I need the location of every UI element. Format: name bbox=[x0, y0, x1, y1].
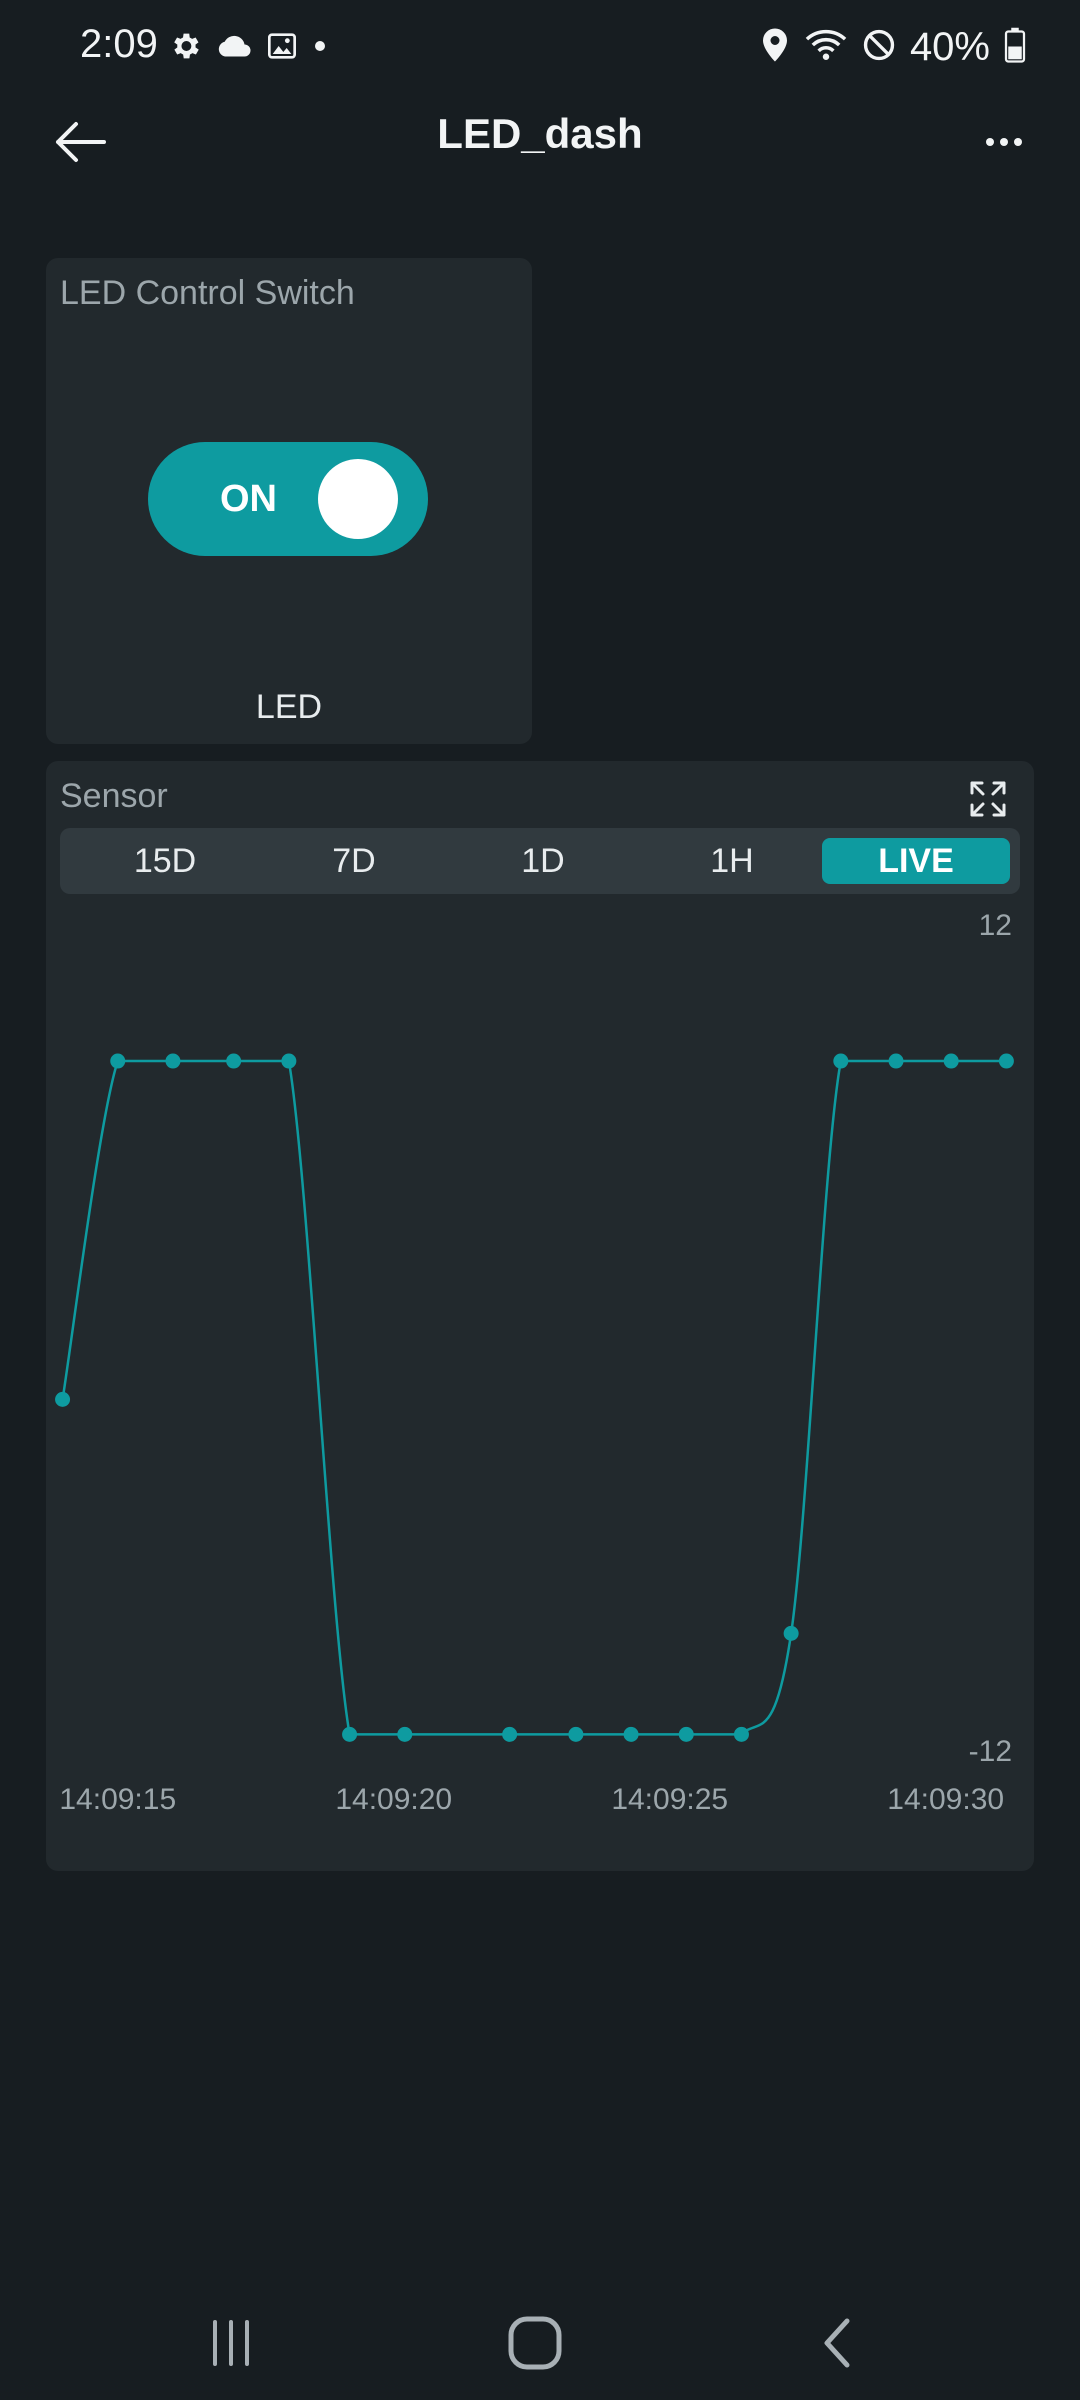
toggle-knob bbox=[318, 459, 398, 539]
gallery-image-icon bbox=[266, 30, 298, 67]
switch-variable-label: LED bbox=[255, 688, 323, 726]
data-point bbox=[783, 1625, 799, 1641]
sensor-line-chart: 12 -12 14:09:15 14:09:20 14:09:25 14:09:30 bbox=[55, 909, 1014, 1816]
data-point bbox=[568, 1726, 584, 1742]
x-tick-label: 14:09:20 bbox=[335, 1783, 452, 1816]
recent-apps-icon bbox=[206, 2318, 256, 2373]
data-point bbox=[623, 1726, 639, 1742]
switch-widget-title: LED Control Switch bbox=[60, 274, 355, 312]
app-bar: LED_dash bbox=[0, 96, 1080, 216]
toggle-state-label: ON bbox=[220, 478, 277, 520]
home-button[interactable] bbox=[490, 2300, 580, 2390]
data-point bbox=[281, 1053, 297, 1069]
page-title: LED_dash bbox=[437, 110, 643, 157]
home-icon bbox=[507, 2315, 563, 2376]
led-toggle-switch[interactable]: ON bbox=[148, 442, 428, 556]
data-point bbox=[678, 1726, 694, 1742]
y-axis-label: 12 bbox=[979, 909, 1012, 942]
x-tick-label: 14:09:25 bbox=[611, 1783, 728, 1816]
data-point bbox=[342, 1726, 358, 1742]
x-tick-label: 14:09:15 bbox=[59, 1783, 176, 1816]
status-bar: 2:09 40% bbox=[0, 0, 1080, 96]
data-point bbox=[733, 1726, 749, 1742]
system-nav-bar bbox=[0, 2260, 1080, 2400]
data-point bbox=[55, 1391, 71, 1407]
more-options-button[interactable] bbox=[968, 108, 1040, 180]
series-line bbox=[61, 1059, 1007, 1736]
data-point bbox=[110, 1053, 126, 1069]
data-point bbox=[165, 1053, 181, 1069]
battery-icon bbox=[1004, 27, 1026, 68]
data-point bbox=[943, 1053, 959, 1069]
status-left-icons bbox=[168, 26, 328, 70]
x-tick-label: 14:09:30 bbox=[887, 1783, 1004, 1816]
data-point bbox=[397, 1726, 413, 1742]
more-horizontal-icon bbox=[984, 135, 1024, 153]
location-pin-icon bbox=[760, 27, 790, 68]
status-time: 2:09 bbox=[80, 22, 158, 66]
data-point bbox=[502, 1726, 518, 1742]
system-back-button[interactable] bbox=[792, 2300, 882, 2390]
data-point bbox=[226, 1053, 242, 1069]
chart-widget-card: Sensor 15D 7D 1D 1H LIVE 12 -12 14:09:15 14… bbox=[46, 761, 1034, 1871]
chevron-left-icon bbox=[817, 2315, 857, 2376]
cloud-icon bbox=[216, 31, 252, 66]
status-right: 40% bbox=[760, 22, 1026, 72]
do-not-disturb-icon bbox=[862, 28, 896, 67]
switch-widget-card: LED Control Switch ON LED bbox=[46, 258, 532, 744]
recent-apps-button[interactable] bbox=[186, 2300, 276, 2390]
wifi-icon bbox=[804, 27, 848, 68]
dot-icon bbox=[312, 38, 328, 59]
data-point bbox=[888, 1053, 904, 1069]
data-point bbox=[998, 1053, 1014, 1069]
y-axis-label: -12 bbox=[969, 1735, 1012, 1768]
settings-gear-icon bbox=[168, 29, 202, 68]
data-point bbox=[833, 1053, 849, 1069]
battery-percent: 40% bbox=[909, 24, 990, 69]
